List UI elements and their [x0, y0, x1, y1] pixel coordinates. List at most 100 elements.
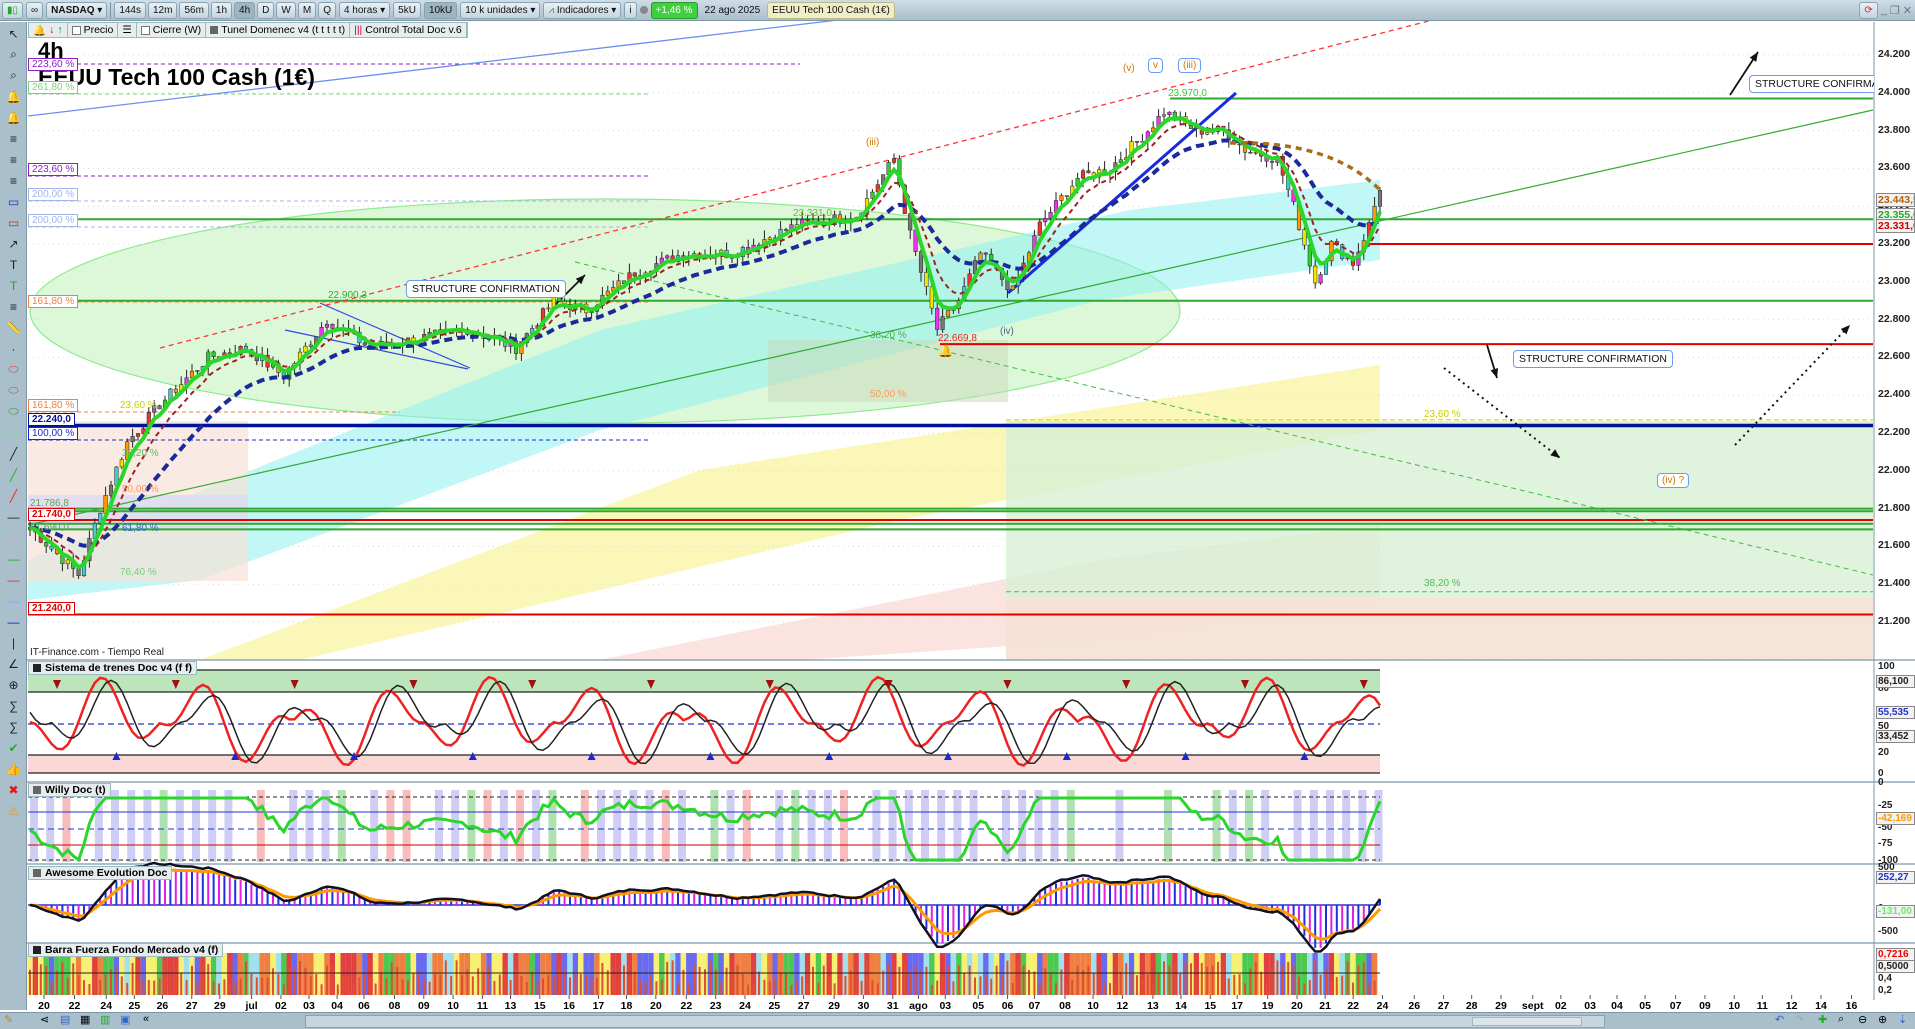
refresh-icon[interactable]: ⟳: [1859, 1, 1878, 19]
rectangle-red-icon[interactable]: ▭: [2, 213, 25, 232]
structure-confirmation-note[interactable]: STRUCTURE CONFIRMATION: [1749, 75, 1874, 93]
panel-title-trenes[interactable]: Sistema de trenes Doc v4 (f f): [28, 661, 198, 675]
interval-144s[interactable]: 144s: [114, 1, 146, 19]
indicators-button[interactable]: ⩘ Indicadores ▾: [543, 1, 622, 19]
undo-icon[interactable]: ↶: [1775, 1013, 1784, 1026]
link-icon[interactable]: ∞: [26, 1, 44, 19]
checkbox[interactable]: [71, 25, 81, 35]
zoom-icon[interactable]: ⌕: [2, 45, 25, 64]
arrow-icon[interactable]: ↗: [2, 234, 25, 253]
horizontal-scrollbar[interactable]: [305, 1015, 1605, 1028]
panel-title-barra[interactable]: Barra Fuerza Fondo Mercado v4 (f): [28, 943, 224, 957]
chart-canvas[interactable]: [0, 0, 1915, 1029]
hline-navy-icon[interactable]: —: [2, 612, 25, 631]
line-green-icon[interactable]: ╱: [2, 465, 25, 484]
hline-lightblue-icon[interactable]: —: [2, 591, 25, 610]
zoom-in-icon[interactable]: ⊕: [1878, 1013, 1887, 1026]
check-icon[interactable]: ✔: [2, 738, 25, 757]
alert-bell-icon[interactable]: 🔔: [938, 344, 953, 358]
units-10k-button[interactable]: 10kU: [423, 1, 458, 19]
candle: [1118, 159, 1123, 163]
line-black-icon[interactable]: ╱: [2, 444, 25, 463]
ellipse-lime-icon[interactable]: ⬭: [2, 423, 25, 442]
channel-icon[interactable]: ·: [2, 339, 25, 358]
thumbs-up-icon[interactable]: 👍: [2, 759, 25, 778]
period-select[interactable]: 4 horas ▾: [338, 1, 391, 19]
alert-add-icon[interactable]: 🔔: [2, 87, 25, 106]
list-icon[interactable]: ☰: [118, 23, 137, 37]
hline-red-icon[interactable]: —: [2, 570, 25, 589]
collapse-icon[interactable]: «: [143, 1013, 149, 1025]
restore-icon[interactable]: ❐: [1890, 4, 1900, 17]
line-red-icon[interactable]: ╱: [2, 486, 25, 505]
hline-salmon-icon[interactable]: —: [2, 528, 25, 547]
chart-type-icon[interactable]: ▮▯: [2, 1, 24, 19]
pencil-icon[interactable]: ✎: [4, 1013, 13, 1026]
interval-Q[interactable]: Q: [318, 1, 336, 19]
minimize-icon[interactable]: _: [1881, 4, 1887, 16]
interval-W[interactable]: W: [276, 1, 296, 19]
window-icon[interactable]: ▣: [120, 1013, 130, 1026]
interval-1h[interactable]: 1h: [210, 1, 233, 19]
checkbox[interactable]: [140, 25, 150, 35]
fib-level-label: 22.240,0: [28, 413, 75, 426]
share-icon[interactable]: ⋖: [40, 1013, 49, 1026]
legend-item-cierre[interactable]: Cierre (W): [137, 23, 207, 37]
text-icon[interactable]: T: [2, 255, 25, 274]
wave-label[interactable]: (iv) ?: [1657, 473, 1690, 488]
fib-time-icon[interactable]: ≡: [2, 129, 25, 148]
wave-label[interactable]: v: [1148, 58, 1163, 73]
units-select[interactable]: 10 k unidades ▾: [460, 1, 541, 19]
legend-item-control[interactable]: ||| Control Total Doc v.6: [350, 23, 467, 37]
zoom-fit-icon[interactable]: ⌕: [1838, 1013, 1844, 1026]
legend-item-tunel[interactable]: Tunel Domenec v4 (t t t t t): [206, 23, 351, 37]
formula-icon[interactable]: ∑: [2, 696, 25, 715]
interval-D[interactable]: D: [257, 1, 275, 19]
ellipse-brown-icon[interactable]: ⬭: [2, 381, 25, 400]
close-icon[interactable]: ✕: [1903, 4, 1912, 17]
redo-icon[interactable]: ↷: [1795, 1013, 1804, 1026]
hline-green-icon[interactable]: —: [2, 549, 25, 568]
panel-title-willy[interactable]: Willy Doc (t): [28, 783, 111, 797]
vline-icon[interactable]: |: [2, 633, 25, 652]
zoom-area-icon[interactable]: ⌕: [2, 66, 25, 85]
interval-12m[interactable]: 12m: [148, 1, 178, 19]
panel-title-awesome[interactable]: Awesome Evolution Doc: [28, 866, 173, 880]
fib-line-icon[interactable]: ≡: [2, 150, 25, 169]
date-label: 22 ago 2025: [704, 4, 761, 16]
comment-icon[interactable]: ▤: [60, 1013, 70, 1026]
interval-M[interactable]: M: [297, 1, 317, 19]
ruler-icon[interactable]: ⇣: [1898, 1013, 1907, 1026]
cursor-icon[interactable]: ↖: [2, 24, 25, 43]
cross-icon[interactable]: ✖: [2, 780, 25, 799]
units-5k-button[interactable]: 5kU: [393, 1, 421, 19]
info-icon[interactable]: i: [624, 1, 637, 19]
alert-icons[interactable]: 🔔 ↓ ↑: [29, 23, 68, 37]
alert-icon[interactable]: 🔔: [2, 108, 25, 127]
willy-bar: [921, 790, 929, 862]
fib-dots-icon[interactable]: ≡: [2, 297, 25, 316]
target-icon[interactable]: ⊕: [2, 675, 25, 694]
ellipse-green-icon[interactable]: ⬭: [2, 402, 25, 421]
interval-56m[interactable]: 56m: [179, 1, 209, 19]
scrollbar-thumb[interactable]: [1472, 1017, 1582, 1026]
symbol-select[interactable]: NASDAQ ▾: [46, 1, 108, 19]
warning-icon[interactable]: ⚠: [2, 801, 25, 820]
wave-label[interactable]: (iii): [1178, 58, 1202, 73]
text-bubble-icon[interactable]: T: [2, 276, 25, 295]
angle-icon[interactable]: ∠: [2, 654, 25, 673]
hline-black-icon[interactable]: —: [2, 507, 25, 526]
screener-icon[interactable]: ▥: [100, 1013, 110, 1026]
fib-fan-icon[interactable]: ≡: [2, 171, 25, 190]
ruler-icon[interactable]: 📏: [2, 318, 25, 337]
interval-4h[interactable]: 4h: [234, 1, 256, 19]
cursor-icon[interactable]: ✚: [1818, 1013, 1827, 1026]
formula2-icon[interactable]: ∑: [2, 717, 25, 736]
ellipse-red-icon[interactable]: ⬭: [2, 360, 25, 379]
rectangle-blue-icon[interactable]: ▭: [2, 192, 25, 211]
structure-confirmation-note[interactable]: STRUCTURE CONFIRMATION: [1513, 350, 1673, 368]
legend-item-precio[interactable]: Precio: [68, 23, 119, 37]
report-icon[interactable]: ▦: [80, 1013, 90, 1026]
structure-confirmation-note[interactable]: STRUCTURE CONFIRMATION: [406, 280, 566, 298]
zoom-out-icon[interactable]: ⊖: [1858, 1013, 1867, 1026]
